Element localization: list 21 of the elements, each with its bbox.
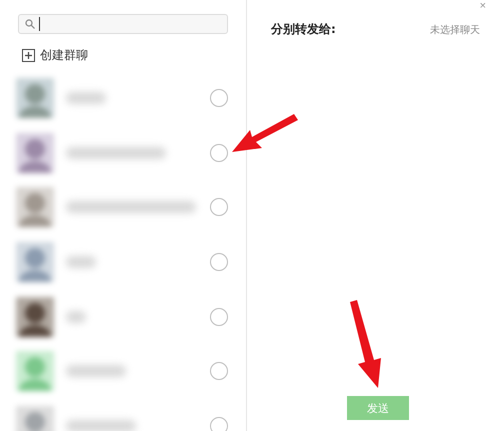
create-group-link[interactable]: 创建群聊 [40,47,88,64]
plus-icon[interactable] [22,49,35,62]
search-icon [25,19,35,29]
annotation-arrow [232,114,298,152]
blurred-name [66,256,96,268]
select-radio[interactable] [210,253,228,272]
text-cursor [39,17,40,31]
select-radio[interactable] [210,416,228,431]
select-radio[interactable] [210,308,228,326]
selection-status: 未选择聊天 [430,24,480,36]
search-field[interactable] [18,14,228,34]
blurred-name [66,420,136,431]
select-radio[interactable] [210,144,228,162]
blurred-name [66,92,106,104]
blurred-name [66,310,86,323]
select-radio[interactable] [210,362,228,380]
select-radio[interactable] [210,89,228,108]
select-radio[interactable] [210,198,228,216]
blurred-name [66,365,126,378]
panel-title: 分别转发给: [271,21,336,38]
close-button[interactable]: × [480,0,486,12]
